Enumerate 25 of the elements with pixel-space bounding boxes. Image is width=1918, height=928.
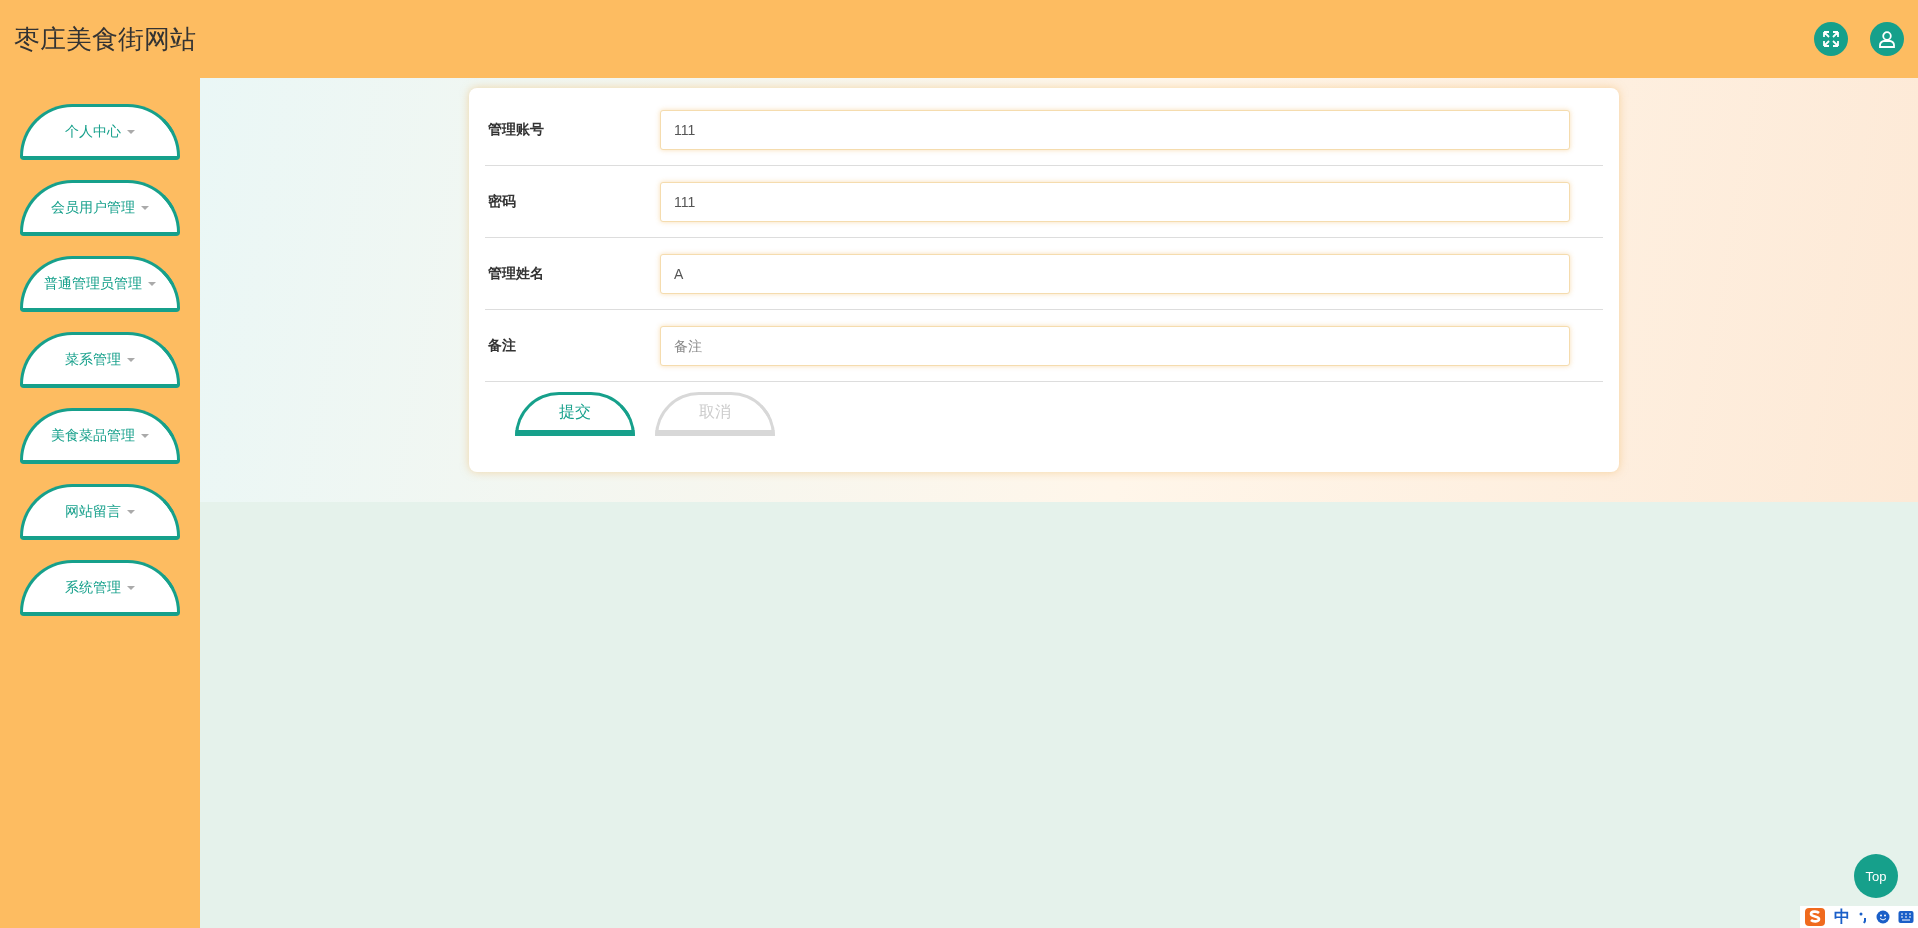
input-mode-label[interactable]: 中 <box>1834 906 1850 928</box>
fullscreen-icon[interactable] <box>1814 22 1848 56</box>
punctuation-icon[interactable] <box>1858 910 1868 924</box>
menu-item[interactable]: 美食菜品管理 <box>20 408 180 464</box>
back-to-top-button[interactable]: Top <box>1854 854 1898 898</box>
menu-item[interactable]: 个人中心 <box>20 104 180 160</box>
menu-item[interactable]: 菜系管理 <box>20 332 180 388</box>
site-title: 枣庄美食街网站 <box>14 22 196 56</box>
submit-button[interactable]: 提交 <box>515 392 635 436</box>
input-field[interactable]: 备注 <box>660 325 1570 366</box>
ime-logo-icon[interactable] <box>1804 907 1826 927</box>
keyboard-icon[interactable] <box>1898 910 1914 924</box>
menu-item[interactable]: 普通管理员管理 <box>20 256 180 312</box>
user-icon[interactable] <box>1870 22 1904 56</box>
input-field[interactable]: 111 <box>660 181 1570 222</box>
menu-item[interactable]: 网站留言 <box>20 484 180 540</box>
field-label: 管理账号 <box>487 120 545 139</box>
menu-item[interactable]: 系统管理 <box>20 560 180 616</box>
input-field[interactable]: 111 <box>660 109 1570 150</box>
field-label: 管理姓名 <box>487 264 545 283</box>
input-field[interactable]: A <box>660 253 1570 294</box>
menu-item[interactable]: 会员用户管理 <box>20 180 180 236</box>
emoji-icon[interactable] <box>1876 910 1890 924</box>
field-label: 密码 <box>487 192 517 211</box>
field-label: 备注 <box>487 336 517 355</box>
